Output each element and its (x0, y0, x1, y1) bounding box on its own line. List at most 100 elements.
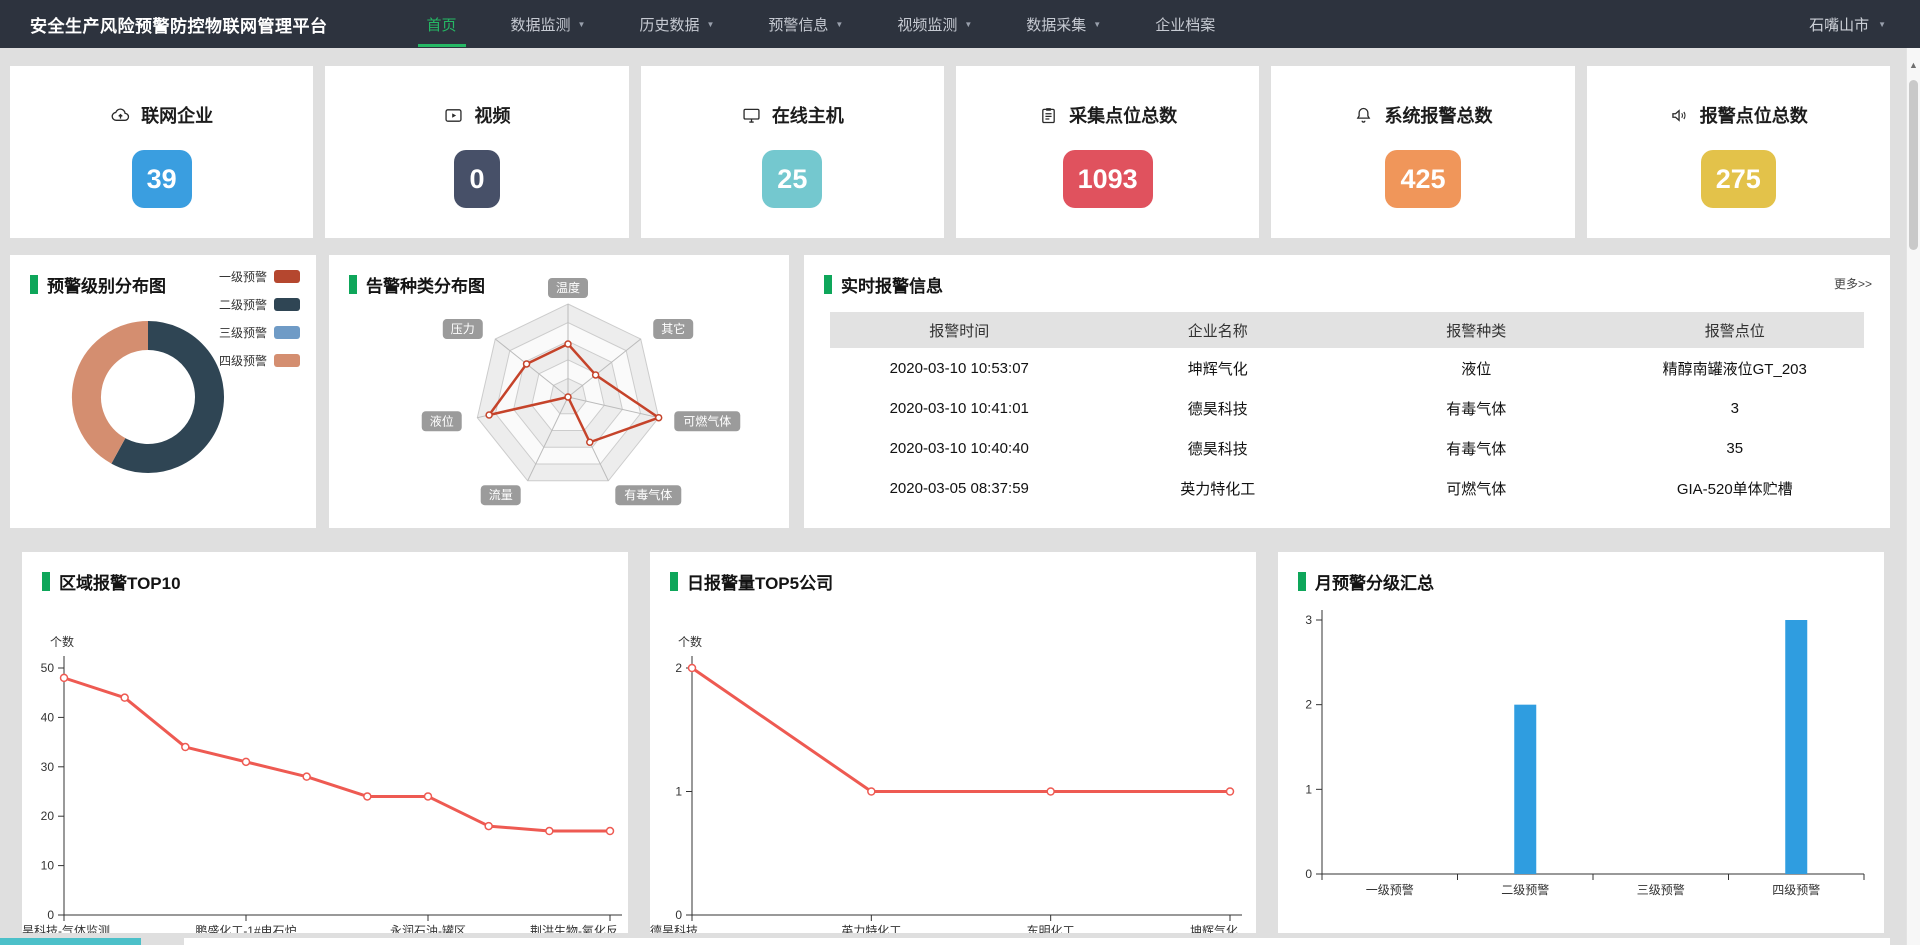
chevron-down-icon: ▼ (964, 20, 972, 29)
alarm-cell: 2020-03-10 10:41:01 (830, 400, 1089, 417)
region-selector[interactable]: 石嘴山市 ▼ (1809, 0, 1886, 48)
alarm-cell: 有毒气体 (1347, 438, 1606, 459)
stat-label: 采集点位总数 (1069, 102, 1177, 128)
nav-menu: 首页数据监测▼历史数据▼预警信息▼视频监测▼数据采集▼企业档案 (400, 0, 1243, 48)
nav-item-7[interactable]: 企业档案 (1128, 0, 1242, 48)
stat-card-6: 报警点位总数275 (1587, 66, 1890, 238)
title-marker (30, 275, 38, 294)
app-title: 安全生产风险预警防控物联网管理平台 (30, 12, 328, 37)
nav-item-1[interactable]: 首页 (400, 0, 484, 48)
nav-item-4[interactable]: 预警信息▼ (741, 0, 870, 48)
svg-text:2: 2 (1305, 698, 1312, 712)
chevron-down-icon: ▼ (1878, 20, 1886, 29)
alarm-cell: GIA-520单体贮槽 (1606, 478, 1865, 499)
alarm-cell: 德昊科技 (1089, 398, 1348, 419)
svg-text:40: 40 (41, 710, 55, 724)
svg-text:英力特化工: 英力特化工 (841, 923, 901, 933)
stat-card-4: 采集点位总数1093 (956, 66, 1259, 238)
daily-top5-chart: 012个数德昊科技英力特化工东明化工坤辉气化 (650, 552, 1256, 933)
chevron-down-icon: ▼ (1093, 20, 1101, 29)
table-row[interactable]: 2020-03-10 10:40:40德昊科技有毒气体35 (830, 428, 1864, 468)
legend-item[interactable]: 三级预警 (219, 324, 300, 341)
chevron-down-icon: ▼ (706, 20, 714, 29)
alarm-header-cell: 报警点位 (1606, 320, 1865, 341)
svg-text:三级预警: 三级预警 (1637, 882, 1685, 897)
panel-title-text: 日报警量TOP5公司 (687, 569, 833, 594)
svg-text:20: 20 (41, 809, 55, 823)
svg-text:东明化工: 东明化工 (1027, 924, 1075, 933)
partial-card-strip (0, 938, 141, 945)
legend-swatch (274, 298, 300, 311)
nav-item-5[interactable]: 视频监测 ▼ (870, 0, 999, 48)
svg-text:3: 3 (1305, 613, 1312, 627)
stat-card-3: 在线主机25 (641, 66, 944, 238)
title-marker (1298, 572, 1306, 591)
svg-text:个数: 个数 (50, 634, 74, 649)
legend-item[interactable]: 一级预警 (219, 268, 300, 285)
svg-text:可燃气体: 可燃气体 (683, 413, 731, 428)
alarm-cell: 可燃气体 (1347, 478, 1606, 499)
nav-item-2[interactable]: 数据监测▼ (484, 0, 613, 48)
title-marker (349, 275, 357, 294)
more-link[interactable]: 更多>> (1834, 275, 1872, 292)
bell-icon (1353, 105, 1374, 126)
alarm-cell: 德昊科技 (1089, 438, 1348, 459)
alarm-header-cell: 企业名称 (1089, 320, 1348, 341)
daily-top5-panel: 日报警量TOP5公司 012个数德昊科技英力特化工东明化工坤辉气化 (650, 552, 1256, 933)
stats-row: 联网企业39视频0在线主机25采集点位总数1093 系统报警总数 425 报警点位总数… (10, 66, 1890, 238)
stat-label: 系统报警总数 (1384, 102, 1492, 128)
nav-item-label: 首页 (427, 14, 457, 35)
title-marker (42, 572, 50, 591)
stat-label: 视频 (474, 102, 510, 128)
region-top10-chart: 01020304050个数昊科技-气体监测鹏盛化工-1#电石炉永润石油-罐区荆洪… (22, 552, 628, 933)
svg-text:永润石油-罐区: 永润石油-罐区 (390, 924, 466, 933)
scrollbar-thumb[interactable] (1909, 80, 1918, 250)
title-marker (824, 275, 832, 294)
stat-value-badge: 425 (1385, 150, 1460, 208)
alarm-cell: 2020-03-10 10:40:40 (830, 440, 1089, 457)
stat-label: 联网企业 (141, 102, 213, 128)
panel-title: 实时报警信息 (824, 272, 943, 297)
alarm-header-cell: 报警时间 (830, 320, 1089, 341)
stat-card-5: 系统报警总数 425 (1271, 66, 1574, 238)
nav-item-label: 数据监测 (511, 14, 571, 35)
nav-item-3[interactable]: 历史数据▼ (612, 0, 741, 48)
panel-title-text: 月预警分级汇总 (1315, 569, 1434, 594)
table-row[interactable]: 2020-03-05 08:37:59英力特化工可燃气体GIA-520单体贮槽 (830, 468, 1864, 508)
region-top10-panel: 区域报警TOP10 01020304050个数昊科技-气体监测鹏盛化工-1#电石… (22, 552, 628, 933)
svg-text:有毒气体: 有毒气体 (624, 487, 672, 502)
alarm-cell: 3 (1606, 400, 1865, 417)
alarm-cell: 2020-03-05 08:37:59 (830, 480, 1089, 497)
table-row[interactable]: 2020-03-10 10:41:01德昊科技有毒气体3 (830, 388, 1864, 428)
panel-title-text: 实时报警信息 (841, 272, 943, 297)
svg-text:30: 30 (41, 760, 55, 774)
panel-title-text: 预警级别分布图 (47, 272, 166, 297)
alarm-cell: 液位 (1347, 358, 1606, 379)
monthly-summary-panel: 月预警分级汇总 0123一级预警二级预警三级预警四级预警 (1278, 552, 1884, 933)
table-row[interactable]: 2020-03-10 10:53:07坤辉气化液位精醇南罐液位GT_203 (830, 348, 1864, 388)
alarm-header-cell: 报警种类 (1347, 320, 1606, 341)
partial-card-strip (184, 938, 1890, 945)
stat-card-1: 联网企业39 (10, 66, 313, 238)
svg-text:四级预警: 四级预警 (1772, 882, 1820, 897)
region-label: 石嘴山市 (1809, 14, 1869, 35)
panel-title: 日报警量TOP5公司 (670, 569, 833, 594)
panel-title-text: 告警种类分布图 (366, 272, 485, 297)
stat-card-header: 系统报警总数 (1353, 102, 1492, 128)
legend-item[interactable]: 二级预警 (219, 296, 300, 313)
nav-item-label: 视频监测 (897, 14, 957, 35)
scroll-up-arrow[interactable]: ▲ (1907, 60, 1920, 70)
svg-text:0: 0 (1305, 867, 1312, 881)
legend-label: 一级预警 (219, 268, 267, 285)
legend-item[interactable]: 四级预警 (219, 352, 300, 369)
legend-swatch (274, 354, 300, 367)
nav-item-6[interactable]: 数据采集▼ (999, 0, 1128, 48)
svg-text:流量: 流量 (489, 488, 513, 502)
stat-card-2: 视频0 (325, 66, 628, 238)
page-scrollbar[interactable]: ▲ (1906, 48, 1920, 945)
alarm-cell: 有毒气体 (1347, 398, 1606, 419)
svg-text:荆洪生物-氧化反: 荆洪生物-氧化反 (530, 924, 618, 933)
alarm-cell: 坤辉气化 (1089, 358, 1348, 379)
stat-card-header: 采集点位总数 (1038, 102, 1177, 128)
svg-text:1: 1 (675, 785, 682, 799)
